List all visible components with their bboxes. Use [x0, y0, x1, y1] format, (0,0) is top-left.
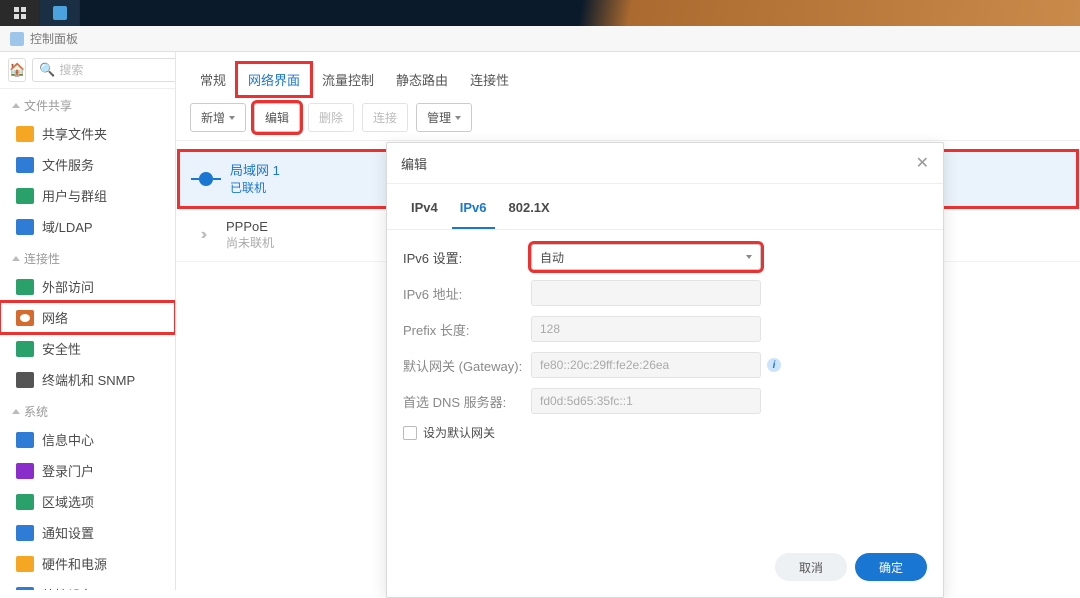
taskbar [0, 0, 1080, 26]
search-input[interactable] [59, 63, 176, 77]
ok-button[interactable]: 确定 [855, 553, 927, 581]
network-icon [16, 310, 34, 326]
chevron-up-icon [12, 409, 20, 414]
ldap-icon [16, 219, 34, 235]
apps-grid-icon [14, 7, 26, 19]
sidebar-item-terminal-snmp[interactable]: 终端机和 SNMP [0, 364, 175, 395]
folder-icon [16, 126, 34, 142]
sidebar-item-users-groups[interactable]: 用户与群组 [0, 180, 175, 211]
sidebar: 🏠 🔍 文件共享 共享文件夹 文件服务 用户与群组 域/LDAP [0, 52, 176, 590]
sidebar-group-header-fileshare[interactable]: 文件共享 [0, 89, 175, 118]
info-icon[interactable]: i [767, 358, 781, 372]
file-service-icon [16, 157, 34, 173]
dialog-tab-8021x[interactable]: 802.1X [501, 194, 558, 229]
caret-down-icon [229, 116, 235, 120]
cancel-button[interactable]: 取消 [775, 553, 847, 581]
sidebar-item-external-device[interactable]: 外接设备 [0, 579, 175, 590]
bulb-icon [16, 556, 34, 572]
tab-traffic[interactable]: 流量控制 [312, 64, 384, 95]
tab-network-interface[interactable]: 网络界面 [238, 64, 310, 95]
sidebar-item-info-center[interactable]: 信息中心 [0, 424, 175, 455]
gateway-input [531, 352, 761, 378]
home-button[interactable]: 🏠 [8, 58, 26, 82]
globe-icon [16, 279, 34, 295]
sidebar-item-file-service[interactable]: 文件服务 [0, 149, 175, 180]
toolbar-manage-button[interactable]: 管理 [416, 103, 472, 132]
toolbar-delete-button: 删除 [308, 103, 354, 132]
interface-name: 局域网 1 [230, 162, 280, 180]
toolbar: 新增 编辑 删除 连接 管理 [176, 95, 1080, 140]
tab-general[interactable]: 常规 [190, 64, 236, 95]
login-icon [16, 463, 34, 479]
field-label-ipv6-addr: IPv6 地址: [403, 284, 531, 303]
interface-status: 尚未联机 [226, 235, 274, 251]
window-icon [10, 32, 24, 46]
sidebar-group-header-connectivity[interactable]: 连接性 [0, 242, 175, 271]
home-icon: 🏠 [9, 62, 25, 78]
search-wrap[interactable]: 🔍 [32, 58, 176, 82]
field-label-dns: 首选 DNS 服务器: [403, 392, 531, 411]
edit-dialog: 编辑 ✕ IPv4 IPv6 802.1X IPv6 设置: 自动 [386, 142, 944, 598]
window-title: 控制面板 [30, 30, 78, 47]
dialog-tabs: IPv4 IPv6 802.1X [387, 184, 943, 230]
pppoe-icon: ›› [190, 223, 214, 247]
tab-static-route[interactable]: 静态路由 [386, 64, 458, 95]
taskbar-control-panel-button[interactable] [40, 0, 80, 26]
sidebar-item-hardware-power[interactable]: 硬件和电源 [0, 548, 175, 579]
sidebar-item-security[interactable]: 安全性 [0, 333, 175, 364]
region-icon [16, 494, 34, 510]
tab-connectivity[interactable]: 连接性 [460, 64, 519, 95]
close-button[interactable]: ✕ [916, 153, 929, 173]
dns-input [531, 388, 761, 414]
caret-down-icon [455, 116, 461, 120]
interface-name: PPPoE [226, 218, 274, 236]
usb-icon [16, 587, 34, 591]
field-label-gateway: 默认网关 (Gateway): [403, 356, 531, 375]
set-default-gateway-row[interactable]: 设为默认网关 [403, 424, 495, 441]
ipv6-addr-input [531, 280, 761, 306]
dialog-title: 编辑 [401, 154, 427, 173]
sidebar-item-login-portal[interactable]: 登录门户 [0, 455, 175, 486]
field-label-prefix: Prefix 长度: [403, 320, 531, 339]
taskbar-background [80, 0, 1080, 26]
control-panel-icon [53, 6, 67, 20]
set-default-gateway-label: 设为默认网关 [423, 424, 495, 441]
info-icon [16, 432, 34, 448]
toolbar-connect-button: 连接 [362, 103, 408, 132]
dialog-footer: 取消 确定 [387, 541, 943, 597]
dialog-body: IPv6 设置: 自动 IPv6 地址: [387, 230, 943, 541]
sidebar-item-external-access[interactable]: 外部访问 [0, 271, 175, 302]
checkbox-icon[interactable] [403, 426, 417, 440]
tabs-row: 常规 网络界面 流量控制 静态路由 连接性 [176, 52, 1080, 95]
dialog-titlebar: 编辑 ✕ [387, 143, 943, 184]
search-icon: 🔍 [39, 62, 55, 78]
interface-status: 已联机 [230, 180, 280, 196]
lan-icon [194, 167, 218, 191]
taskbar-apps-button[interactable] [0, 0, 40, 26]
prefix-input [531, 316, 761, 342]
sidebar-item-region[interactable]: 区域选项 [0, 486, 175, 517]
sidebar-group-header-system[interactable]: 系统 [0, 395, 175, 424]
sidebar-item-ldap[interactable]: 域/LDAP [0, 211, 175, 242]
users-icon [16, 188, 34, 204]
content-area: 常规 网络界面 流量控制 静态路由 连接性 新增 编辑 删除 连接 管理 [176, 52, 1080, 590]
window-titlebar: 控制面板 [0, 26, 1080, 52]
ipv6-setup-value: 自动 [540, 249, 564, 266]
dialog-tab-ipv6[interactable]: IPv6 [452, 194, 495, 229]
chevron-up-icon [12, 256, 20, 261]
ipv6-setup-select[interactable]: 自动 [531, 244, 761, 270]
sidebar-item-shared-folder[interactable]: 共享文件夹 [0, 118, 175, 149]
shield-icon [16, 341, 34, 357]
terminal-icon [16, 372, 34, 388]
notify-icon [16, 525, 34, 541]
caret-down-icon [746, 255, 752, 259]
chevron-up-icon [12, 103, 20, 108]
sidebar-item-notify[interactable]: 通知设置 [0, 517, 175, 548]
dialog-tab-ipv4[interactable]: IPv4 [403, 194, 446, 229]
field-label-ipv6-setup: IPv6 设置: [403, 248, 531, 267]
sidebar-item-network[interactable]: 网络 [0, 302, 175, 333]
toolbar-edit-button[interactable]: 编辑 [254, 103, 300, 132]
toolbar-add-button[interactable]: 新增 [190, 103, 246, 132]
